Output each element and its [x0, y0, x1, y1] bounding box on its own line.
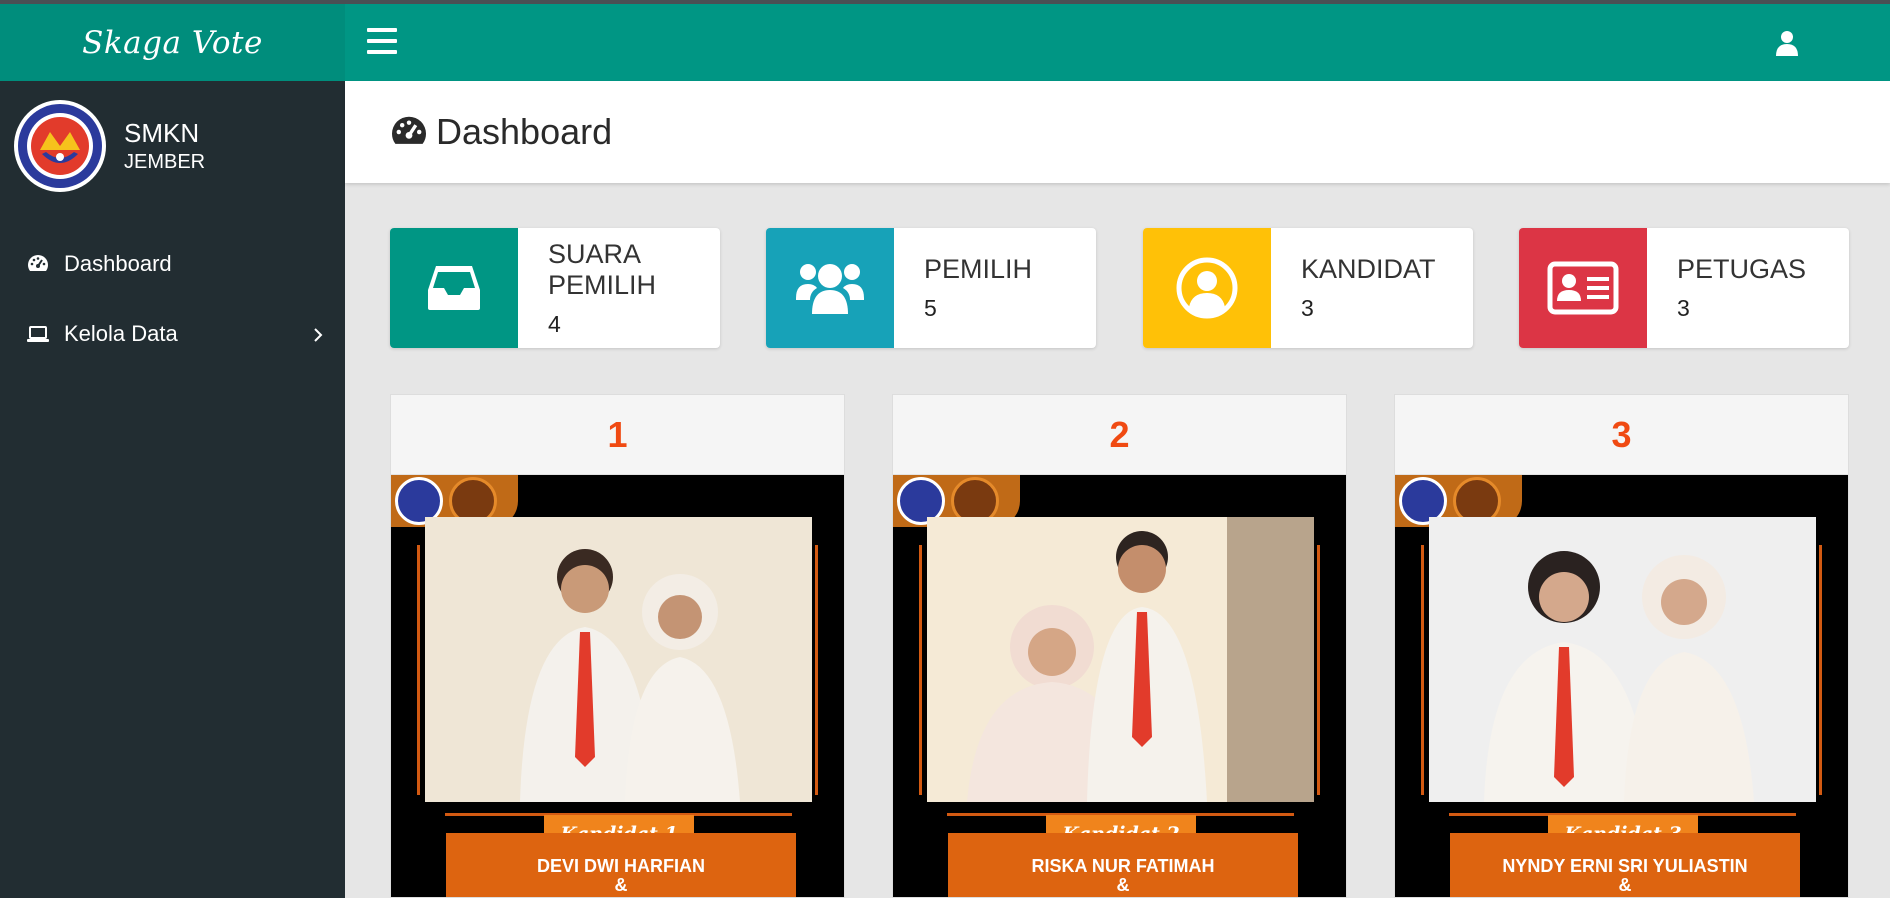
sidebar-item-label: Dashboard — [64, 251, 172, 276]
candidate-amp: & — [1618, 875, 1632, 895]
stat-value: 3 — [1301, 295, 1314, 321]
candidate-name: NYNDY ERNI SRI YULIASTIN — [1502, 856, 1748, 876]
poster-ornament — [919, 545, 922, 795]
candidate-name: DEVI DWI HARFIAN — [537, 856, 705, 876]
poster-ornament — [1819, 545, 1822, 795]
candidate-card-2[interactable]: 2 Kandidat 2 RISKA NUR FATIMAH & — [892, 394, 1347, 898]
page-title: Dashboard — [436, 111, 613, 152]
tachometer-icon — [26, 252, 50, 276]
stat-title: PEMILIH — [924, 254, 1033, 284]
brand-logo[interactable]: Skaga Vote — [0, 4, 345, 81]
stat-box-pemilih: PEMILIH 5 — [766, 228, 1096, 348]
id-card-icon — [1519, 228, 1647, 348]
candidate-card-1[interactable]: 1 Kandidat 1 DEVI DWI HARFIAN & — [390, 394, 845, 898]
chevron-right-icon — [313, 323, 323, 349]
candidate-nameplate: NYNDY ERNI SRI YULIASTIN & — [1450, 833, 1800, 897]
stat-box-suara-pemilih: SUARA PEMILIH 4 — [390, 228, 720, 348]
school-panel: SMKN JEMBER — [0, 81, 345, 211]
bars-icon[interactable] — [367, 28, 397, 54]
stat-box-kandidat: KANDIDAT 3 — [1143, 228, 1473, 348]
candidate-photo — [927, 517, 1314, 802]
stat-box-petugas: PETUGAS 3 — [1519, 228, 1849, 348]
sidebar-menu: Dashboard Kelola Data — [0, 229, 345, 369]
candidate-nameplate: DEVI DWI HARFIAN & — [446, 833, 796, 897]
candidate-nameplate: RISKA NUR FATIMAH & — [948, 833, 1298, 897]
stat-value: 3 — [1677, 295, 1690, 321]
candidate-amp: & — [1116, 875, 1130, 895]
candidate-amp: & — [614, 875, 628, 895]
laptop-icon — [26, 322, 50, 346]
sidebar-item-kelola-data[interactable]: Kelola Data — [0, 299, 345, 369]
user-icon[interactable] — [1776, 30, 1798, 61]
stat-text: SUARA PEMILIH 4 — [518, 228, 668, 348]
candidate-poster: Kandidat 3 NYNDY ERNI SRI YULIASTIN & — [1395, 475, 1848, 897]
stat-title: SUARA PEMILIH — [548, 238, 657, 300]
candidate-number: 3 — [1611, 413, 1632, 455]
stat-value: 4 — [548, 310, 561, 337]
poster-ornament — [1317, 545, 1320, 795]
candidate-name: RISKA NUR FATIMAH — [1031, 856, 1215, 876]
stat-text: PEMILIH 5 — [894, 228, 1032, 348]
users-icon — [766, 228, 894, 348]
sidebar-item-dashboard[interactable]: Dashboard — [0, 229, 345, 299]
stat-value: 5 — [924, 295, 937, 321]
inbox-icon — [390, 228, 518, 348]
sidebar-item-label: Kelola Data — [64, 321, 178, 346]
card-header: 2 — [893, 395, 1346, 475]
school-logo — [14, 100, 106, 192]
candidate-poster: Kandidat 1 DEVI DWI HARFIAN & — [391, 475, 844, 897]
card-header: 1 — [391, 395, 844, 475]
candidate-number: 1 — [607, 413, 628, 455]
school-name: SMKN — [124, 118, 200, 148]
content-header: Dashboard — [345, 81, 1890, 183]
brand-text: Skaga Vote — [82, 24, 263, 61]
poster-ornament — [417, 545, 420, 795]
stat-text: PETUGAS 3 — [1647, 228, 1806, 348]
card-header: 3 — [1395, 395, 1848, 475]
stat-text: KANDIDAT 3 — [1271, 228, 1436, 348]
top-navbar — [345, 4, 1890, 81]
stat-title: PETUGAS — [1677, 254, 1807, 284]
candidate-number: 2 — [1109, 413, 1130, 455]
user-circle-icon — [1143, 228, 1271, 348]
tachometer-icon — [390, 115, 428, 149]
candidate-photo — [1429, 517, 1816, 802]
candidate-photo — [425, 517, 812, 802]
poster-ornament — [815, 545, 818, 795]
school-info: SMKN JEMBER — [124, 117, 205, 175]
candidate-card-3[interactable]: 3 Kandidat 3 NYNDY ERNI SRI YULIASTIN & — [1394, 394, 1849, 898]
stat-title: KANDIDAT — [1301, 254, 1436, 284]
poster-ornament — [1421, 545, 1424, 795]
sidebar: Skaga Vote SMKN JEMBER Dashboard Kelola … — [0, 4, 345, 898]
school-city: JEMBER — [124, 151, 206, 173]
candidate-poster: Kandidat 2 RISKA NUR FATIMAH & — [893, 475, 1346, 897]
